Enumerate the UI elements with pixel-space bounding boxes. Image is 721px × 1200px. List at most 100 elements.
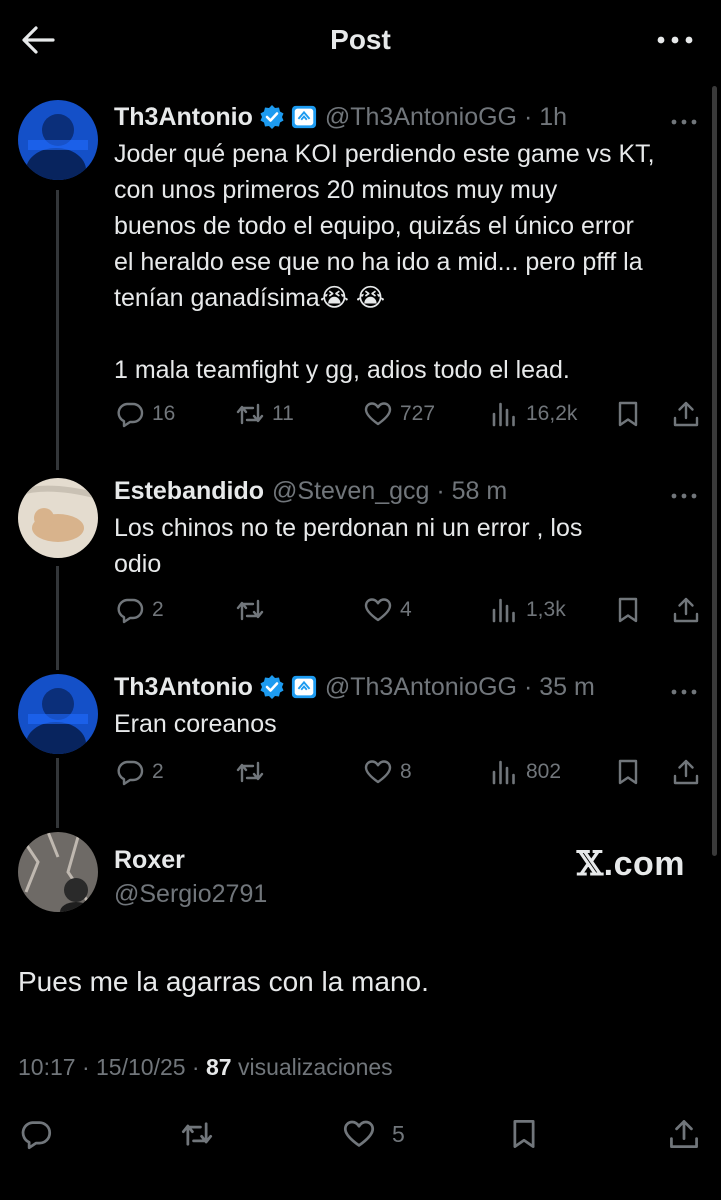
affiliate-badge-icon[interactable] bbox=[291, 674, 317, 700]
like-icon bbox=[364, 402, 392, 426]
tweet[interactable]: Estebandido @Steven_gcg · 58 m Los chino… bbox=[0, 474, 721, 644]
like-button[interactable]: 5 bbox=[342, 1118, 405, 1150]
time-separator: · bbox=[517, 102, 540, 131]
tweet[interactable]: Th3Antonio @Th3AntonioGG · 35 m Eran cor… bbox=[0, 670, 721, 800]
repost-button[interactable] bbox=[236, 758, 264, 786]
more-options-button[interactable] bbox=[655, 30, 695, 50]
timestamp[interactable]: 58 m bbox=[452, 477, 508, 506]
avatar[interactable] bbox=[18, 832, 98, 912]
reply-icon bbox=[117, 760, 144, 786]
display-name[interactable]: Th3Antonio bbox=[114, 103, 253, 132]
handle[interactable]: @Sergio2791 bbox=[114, 880, 267, 909]
repost-icon bbox=[236, 403, 264, 425]
back-arrow-icon bbox=[22, 26, 55, 54]
verified-icon bbox=[259, 104, 285, 130]
tweet-actions: 16 11 727 16,2k bbox=[0, 396, 721, 432]
handle[interactable]: @Th3AntonioGG bbox=[325, 673, 517, 702]
more-icon bbox=[671, 689, 697, 695]
views-count: 16,2k bbox=[526, 402, 578, 425]
display-name[interactable]: Roxer bbox=[114, 846, 185, 875]
repost-button[interactable] bbox=[180, 1118, 214, 1150]
more-icon bbox=[671, 119, 697, 125]
tweet-actions: 2 4 1,3k bbox=[0, 592, 721, 628]
views-button[interactable]: 802 bbox=[490, 758, 561, 786]
verified-icon bbox=[259, 674, 285, 700]
tweet-actions: 2 8 802 bbox=[0, 754, 721, 790]
bookmark-icon bbox=[618, 597, 638, 623]
views-icon bbox=[492, 598, 515, 623]
display-name[interactable]: Estebandido bbox=[114, 477, 264, 506]
affiliate-badge-icon[interactable] bbox=[291, 104, 317, 130]
time-separator: · bbox=[517, 672, 540, 701]
reply-button[interactable]: 2 bbox=[116, 758, 164, 786]
more-icon bbox=[671, 493, 697, 499]
reply-icon bbox=[117, 402, 144, 428]
like-count: 4 bbox=[400, 598, 412, 621]
reply-button[interactable] bbox=[20, 1118, 52, 1150]
more-icon bbox=[657, 36, 693, 44]
bookmark-button[interactable] bbox=[614, 400, 642, 428]
repost-icon bbox=[236, 761, 264, 783]
tweet-header: Th3Antonio @Th3AntonioGG · 35 m bbox=[114, 670, 703, 704]
reply-button[interactable]: 2 bbox=[116, 596, 164, 624]
handle[interactable]: @Th3AntonioGG bbox=[325, 103, 517, 132]
reply-icon bbox=[21, 1121, 52, 1150]
display-name[interactable]: Th3Antonio bbox=[114, 673, 253, 702]
share-icon bbox=[670, 1120, 698, 1148]
views-icon bbox=[492, 760, 515, 785]
repost-icon bbox=[181, 1122, 213, 1146]
bookmark-button[interactable] bbox=[614, 758, 642, 786]
views-button[interactable]: 1,3k bbox=[490, 596, 566, 624]
like-icon bbox=[364, 760, 392, 784]
tweet-more-button[interactable] bbox=[671, 486, 701, 499]
repost-button[interactable] bbox=[236, 596, 264, 624]
like-button[interactable]: 727 bbox=[364, 400, 435, 428]
share-button[interactable] bbox=[672, 596, 700, 624]
top-bar: Post bbox=[0, 0, 721, 80]
like-icon bbox=[364, 598, 392, 622]
time-separator: · bbox=[429, 476, 452, 505]
tweet[interactable]: Th3Antonio @Th3AntonioGG · 1h Joder qué … bbox=[0, 100, 721, 450]
bookmark-button[interactable] bbox=[614, 596, 642, 624]
post-page: Post Th3Antonio @Th3AntonioGG · 1h Joder… bbox=[0, 0, 721, 1200]
share-button[interactable] bbox=[672, 758, 700, 786]
share-icon bbox=[673, 759, 699, 785]
share-button[interactable] bbox=[668, 1118, 700, 1150]
post-date[interactable]: 15/10/25 bbox=[96, 1054, 186, 1080]
handle[interactable]: @Steven_gcg bbox=[272, 477, 429, 506]
reply-button[interactable]: 16 bbox=[116, 400, 175, 428]
views-label: visualizaciones bbox=[237, 1054, 393, 1080]
tweet-more-button[interactable] bbox=[671, 112, 701, 125]
bookmark-icon bbox=[618, 401, 638, 427]
post-text: Pues me la agarras con la mano. bbox=[18, 966, 429, 997]
views-button[interactable]: 16,2k bbox=[490, 400, 577, 428]
timestamp[interactable]: 35 m bbox=[539, 673, 595, 702]
page-title: Post bbox=[330, 24, 391, 55]
tweet-more-button[interactable] bbox=[671, 682, 701, 695]
repost-icon bbox=[236, 599, 264, 621]
repost-count: 11 bbox=[272, 402, 294, 425]
like-icon bbox=[343, 1120, 375, 1147]
like-count: 727 bbox=[400, 402, 436, 425]
post-time[interactable]: 10:17 bbox=[18, 1054, 76, 1080]
x-watermark-text: .com bbox=[603, 845, 685, 883]
tweet-header: Estebandido @Steven_gcg · 58 m bbox=[114, 474, 703, 508]
reply-count: 16 bbox=[152, 402, 176, 425]
like-count: 8 bbox=[400, 760, 412, 783]
reply-count: 2 bbox=[152, 598, 164, 621]
back-button[interactable] bbox=[18, 22, 58, 58]
reply-count: 2 bbox=[152, 760, 164, 783]
like-button[interactable]: 8 bbox=[364, 758, 412, 786]
tweet-text: Joder qué pena KOI perdiendo este game v… bbox=[114, 140, 655, 384]
like-button[interactable]: 4 bbox=[364, 596, 412, 624]
bookmark-button[interactable] bbox=[508, 1118, 540, 1150]
repost-button[interactable]: 11 bbox=[236, 400, 294, 428]
timestamp[interactable]: 1h bbox=[539, 103, 567, 132]
reply-icon bbox=[117, 598, 144, 624]
share-button[interactable] bbox=[672, 400, 700, 428]
share-icon bbox=[673, 597, 699, 623]
x-watermark: 𝕏.com bbox=[577, 844, 685, 884]
like-count: 5 bbox=[392, 1120, 405, 1147]
views-count: 1,3k bbox=[526, 598, 566, 621]
views-icon bbox=[492, 402, 515, 427]
